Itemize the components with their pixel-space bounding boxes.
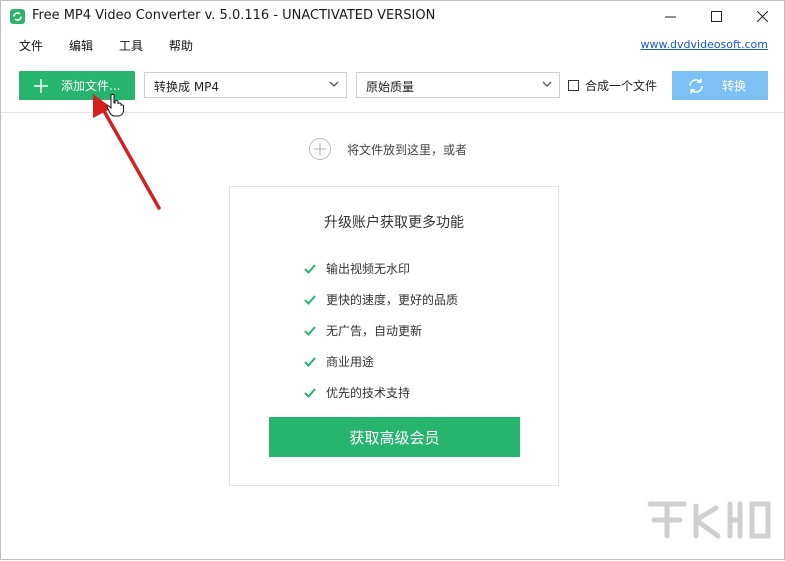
hand-cursor-icon bbox=[106, 93, 124, 117]
app-window: Free MP4 Video Converter v. 5.0.116 - UN… bbox=[0, 0, 785, 560]
watermark-logo bbox=[644, 496, 774, 553]
annotation-arrow-icon bbox=[93, 94, 161, 210]
